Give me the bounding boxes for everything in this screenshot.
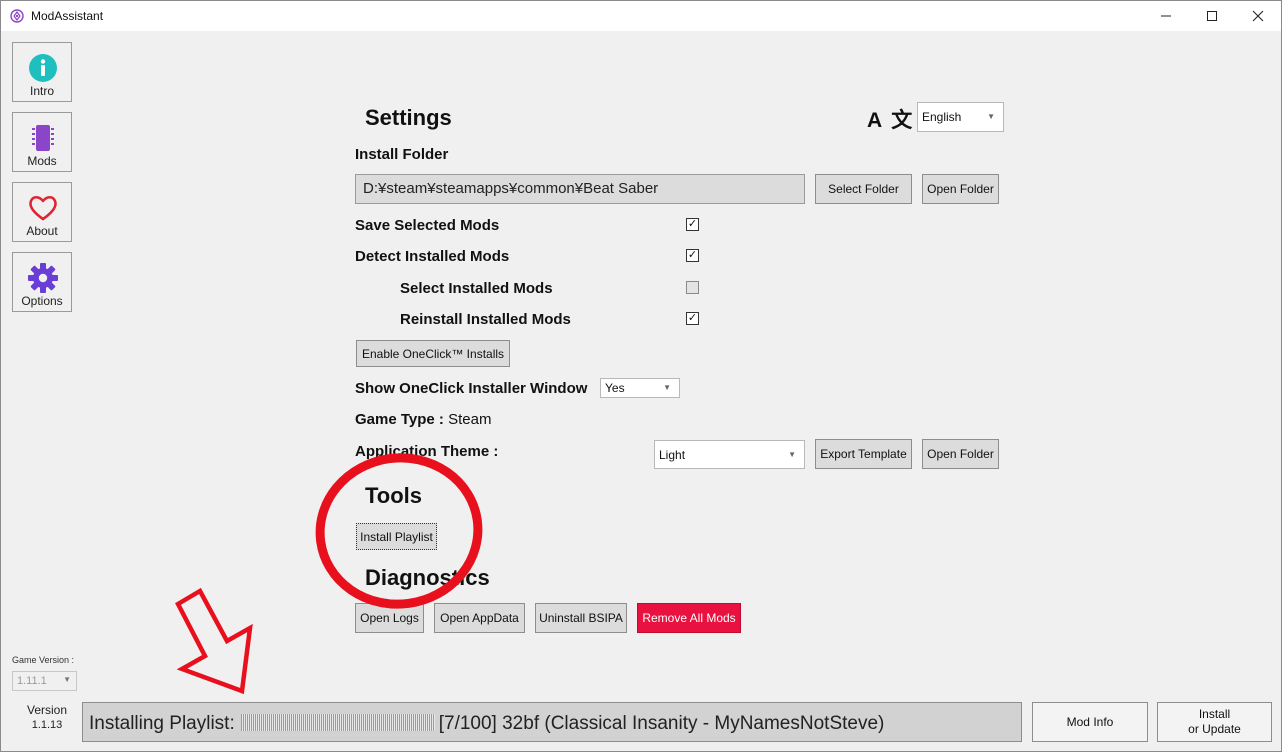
chevron-down-icon: ▼ bbox=[63, 675, 71, 684]
install-progress-bar bbox=[240, 714, 435, 731]
app-window: ModAssistant Intro Mods About Options Ga… bbox=[0, 0, 1282, 752]
sidebar-item-label: About bbox=[26, 224, 58, 238]
application-theme-select[interactable]: Light ▼ bbox=[654, 440, 805, 469]
minimize-button[interactable] bbox=[1143, 1, 1189, 31]
close-button[interactable] bbox=[1235, 1, 1281, 31]
game-version-select[interactable]: 1.11.1 ▼ bbox=[12, 671, 77, 691]
theme-open-folder-button[interactable]: Open Folder bbox=[922, 439, 999, 469]
language-select[interactable]: English ▼ bbox=[917, 102, 1004, 132]
sidebar-item-label: Options bbox=[21, 294, 63, 308]
install-button-line1: Install bbox=[1198, 707, 1231, 721]
uninstall-bsipa-button[interactable]: Uninstall BSIPA bbox=[535, 603, 627, 633]
enable-oneclick-button[interactable]: Enable OneClick™ Installs bbox=[356, 340, 510, 367]
application-theme-label: Application Theme : bbox=[355, 443, 499, 460]
sidebar-item-options[interactable]: Options bbox=[12, 252, 72, 312]
select-installed-mods-label: Select Installed Mods bbox=[400, 280, 553, 297]
reinstall-installed-mods-label: Reinstall Installed Mods bbox=[400, 311, 571, 328]
maximize-icon bbox=[1207, 11, 1217, 21]
select-installed-mods-checkbox[interactable] bbox=[686, 281, 699, 294]
status-prefix: Installing Playlist: bbox=[89, 713, 235, 734]
chevron-down-icon: ▼ bbox=[788, 449, 796, 459]
save-selected-mods-label: Save Selected Mods bbox=[355, 217, 500, 234]
game-version-label: Game Version : bbox=[12, 655, 75, 665]
sidebar-item-label: Mods bbox=[27, 154, 57, 168]
install-button-line2: or Update bbox=[1188, 722, 1241, 736]
status-progress-text: [7/100] 32bf (Classical Insanity - MyNam… bbox=[438, 713, 885, 734]
chevron-down-icon: ▼ bbox=[663, 383, 671, 393]
settings-title: Settings bbox=[365, 105, 452, 130]
install-folder-label: Install Folder bbox=[355, 146, 449, 163]
open-logs-button[interactable]: Open Logs bbox=[355, 603, 424, 633]
chevron-down-icon: ▼ bbox=[987, 112, 995, 122]
language-icon: A 文 bbox=[867, 109, 915, 132]
minimize-icon bbox=[1161, 15, 1171, 17]
game-type-value: Steam bbox=[448, 411, 492, 428]
open-appdata-button[interactable]: Open AppData bbox=[434, 603, 525, 633]
show-oneclick-window-value: Yes bbox=[605, 381, 625, 395]
red-arrow-annotation bbox=[175, 587, 253, 695]
show-oneclick-window-select[interactable]: Yes ▼ bbox=[600, 378, 680, 398]
show-oneclick-window-label: Show OneClick Installer Window bbox=[355, 380, 588, 397]
window-title: ModAssistant bbox=[31, 9, 104, 23]
save-selected-mods-checkbox[interactable]: ✓ bbox=[686, 218, 699, 231]
export-template-button[interactable]: Export Template bbox=[815, 439, 912, 469]
game-type-label: Game Type : bbox=[355, 411, 444, 428]
install-progress-fill bbox=[241, 714, 435, 731]
version-label: Version bbox=[26, 703, 68, 717]
version-value: 1.1.13 bbox=[31, 719, 63, 731]
diagnostics-title: Diagnostics bbox=[365, 565, 490, 590]
chip-icon bbox=[32, 125, 54, 151]
status-bar: Installing Playlist: [7/100] 32bf (Classi… bbox=[82, 702, 1022, 742]
sidebar-item-mods[interactable]: Mods bbox=[12, 112, 72, 172]
maximize-button[interactable] bbox=[1189, 1, 1235, 31]
info-icon bbox=[29, 54, 57, 82]
title-bar: ModAssistant bbox=[1, 1, 1281, 31]
tools-title: Tools bbox=[365, 483, 423, 508]
application-theme-value: Light bbox=[659, 447, 686, 462]
close-icon bbox=[1252, 10, 1264, 22]
reinstall-installed-mods-checkbox[interactable]: ✓ bbox=[686, 312, 699, 325]
sidebar-item-label: Intro bbox=[29, 84, 54, 98]
install-playlist-button[interactable]: Install Playlist bbox=[356, 523, 437, 550]
annotation-overlay bbox=[175, 453, 483, 695]
sidebar-item-intro[interactable]: Intro bbox=[12, 42, 72, 102]
install-or-update-button[interactable]: Install or Update bbox=[1157, 702, 1272, 742]
game-version-value: 1.11.1 bbox=[17, 675, 47, 687]
heart-icon bbox=[29, 195, 57, 221]
detect-installed-mods-checkbox[interactable]: ✓ bbox=[686, 249, 699, 262]
game-type-row: Game Type : Steam bbox=[355, 411, 491, 428]
select-folder-button[interactable]: Select Folder bbox=[815, 174, 912, 204]
open-folder-button[interactable]: Open Folder bbox=[922, 174, 999, 204]
mod-info-button[interactable]: Mod Info bbox=[1032, 702, 1148, 742]
remove-all-mods-button[interactable]: Remove All Mods bbox=[637, 603, 741, 633]
install-folder-path-field[interactable]: D:¥steam¥steamapps¥common¥Beat Saber bbox=[355, 174, 805, 204]
language-value: English bbox=[922, 110, 962, 124]
app-logo-icon bbox=[10, 9, 24, 23]
detect-installed-mods-label: Detect Installed Mods bbox=[355, 248, 510, 265]
sidebar-item-about[interactable]: About bbox=[12, 182, 72, 242]
gear-icon bbox=[28, 263, 58, 293]
